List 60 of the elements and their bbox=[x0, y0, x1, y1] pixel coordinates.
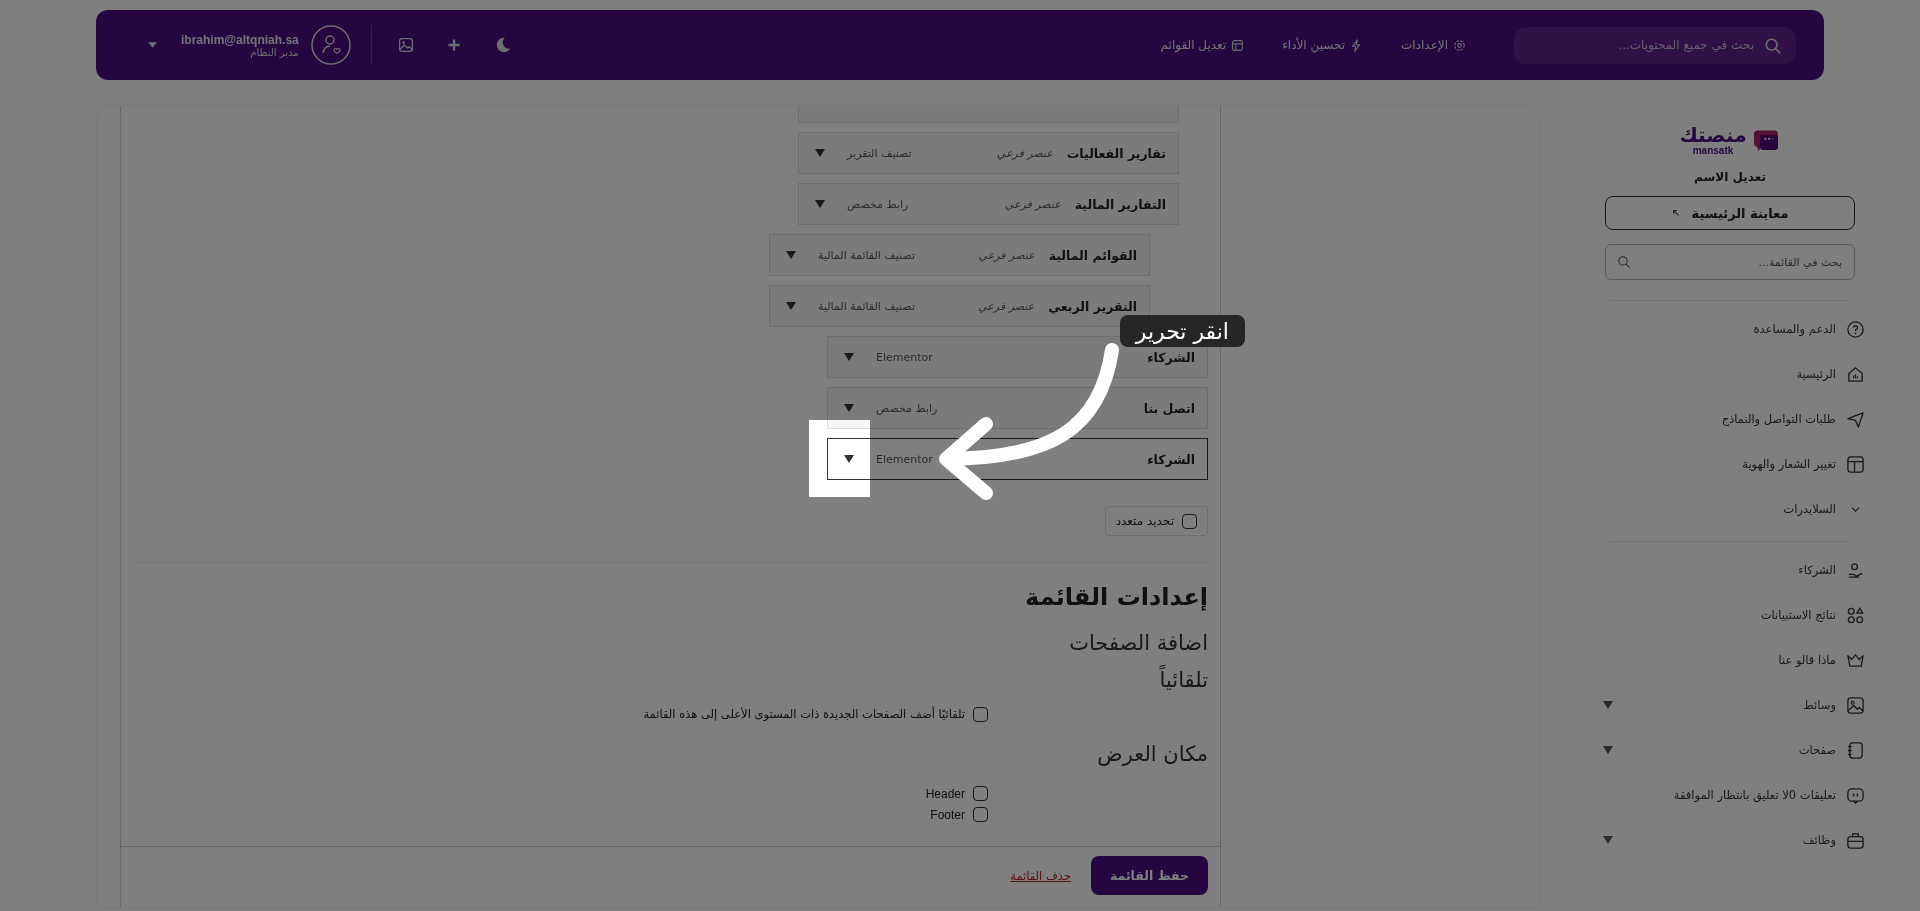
layout-icon bbox=[1231, 38, 1245, 52]
nav-link[interactable]: تعديل القوائم bbox=[1160, 38, 1245, 52]
sidebar-item[interactable]: وسائط bbox=[1595, 693, 1865, 717]
menu-icon bbox=[1846, 785, 1865, 805]
sidebar-item[interactable]: تغيير الشعار والهوية bbox=[1595, 452, 1865, 476]
location-checkbox[interactable]: Header bbox=[925, 786, 988, 802]
sidebar-item[interactable]: وظائف bbox=[1595, 828, 1865, 852]
search-icon bbox=[1764, 36, 1782, 55]
auto-add-checkbox[interactable]: تلقائيًا أضف الصفحات الجديدة ذات المستوى الأعلى إلى هذه القائمة bbox=[643, 706, 988, 722]
search-icon bbox=[1617, 255, 1631, 269]
sidebar-item[interactable]: تعليقات 0لا تعليق بانتظار الموافقة bbox=[1595, 783, 1865, 807]
menu-icon bbox=[1846, 695, 1865, 715]
preview-button[interactable]: معاينة الرئيسية bbox=[1605, 196, 1855, 230]
arrow-icon bbox=[1671, 209, 1680, 217]
menu-icon bbox=[1846, 364, 1865, 384]
menu-item[interactable]: تقارير الفعاليات عنصر فرعي تصنيف التقرير bbox=[798, 132, 1179, 174]
sidebar-item[interactable]: ماذا قالو عنا bbox=[1595, 648, 1865, 672]
menu-item[interactable]: التقارير المالية عنصر فرعي رابط مخصص bbox=[798, 183, 1179, 225]
save-button[interactable]: حفظ القائمة bbox=[1091, 856, 1208, 895]
logo-name: منصتك bbox=[1679, 125, 1747, 145]
sidebar-item[interactable]: الشركاء bbox=[1595, 558, 1865, 582]
menu-icon bbox=[1846, 740, 1865, 760]
menu-icon bbox=[1846, 830, 1865, 850]
menu-icon bbox=[1846, 605, 1865, 625]
gear-icon bbox=[1453, 38, 1466, 52]
avatar-icon[interactable] bbox=[310, 25, 351, 65]
sidebar-item[interactable]: الرئيسية bbox=[1595, 362, 1865, 386]
menu-item[interactable]: التقرير الربعي عنصر فرعي تصنيف القائمة المالية bbox=[769, 285, 1150, 327]
nav-link[interactable]: تحسين الأداء bbox=[1282, 38, 1364, 52]
caret-icon bbox=[1603, 746, 1613, 754]
menu-icon bbox=[1846, 319, 1865, 339]
plus-icon[interactable] bbox=[445, 37, 462, 53]
tutorial-tooltip: انقر تحرير bbox=[1119, 315, 1245, 347]
user-role: مدير النظام bbox=[250, 46, 299, 58]
sidebar-item[interactable]: صفحات bbox=[1595, 738, 1865, 762]
menu-item[interactable]: القوائم المالية عنصر فرعي تصنيف القائمة المالية bbox=[769, 234, 1150, 276]
image-icon[interactable] bbox=[397, 37, 414, 53]
caret-icon bbox=[1603, 836, 1613, 844]
sidebar-item[interactable]: الدعم والمساعدة bbox=[1595, 317, 1865, 341]
delete-link[interactable]: حذف القائمة bbox=[1010, 868, 1071, 883]
nav-link[interactable]: الإعدادات bbox=[1401, 38, 1466, 52]
setting-label: مكان العرض bbox=[1096, 740, 1208, 768]
logo-subtitle: mansatk bbox=[1692, 145, 1734, 156]
menu-icon bbox=[1846, 560, 1865, 580]
location-checkbox[interactable]: Footer bbox=[930, 807, 988, 823]
sidebar-item[interactable]: طلبات التواصل والنماذج bbox=[1595, 407, 1865, 431]
menu-item[interactable]: اتصل بنا رابط مخصص bbox=[827, 387, 1208, 429]
sidebar-item[interactable]: السلايدرات bbox=[1595, 497, 1865, 521]
menu-icon bbox=[1846, 454, 1865, 474]
site-name: تعديل الاسم bbox=[1694, 170, 1766, 184]
search-field[interactable]: بحث في جميع المحتويات... bbox=[1514, 26, 1796, 64]
caret-icon[interactable] bbox=[844, 455, 854, 463]
sidebar-item[interactable]: نتائج الاستبيانات bbox=[1595, 603, 1865, 627]
setting-label: اضافة الصفحات تلقائياً bbox=[1068, 630, 1208, 694]
user-email: ibrahim@altqniah.sa bbox=[181, 32, 299, 47]
caret-icon bbox=[1603, 701, 1613, 709]
menu-icon bbox=[1846, 409, 1865, 429]
settings-title: إعدادات القائمة bbox=[1025, 583, 1208, 611]
search-field[interactable]: بحث في القائمة... bbox=[1605, 244, 1855, 280]
bulk-select-checkbox[interactable]: تحديد متعدد bbox=[1104, 506, 1208, 536]
